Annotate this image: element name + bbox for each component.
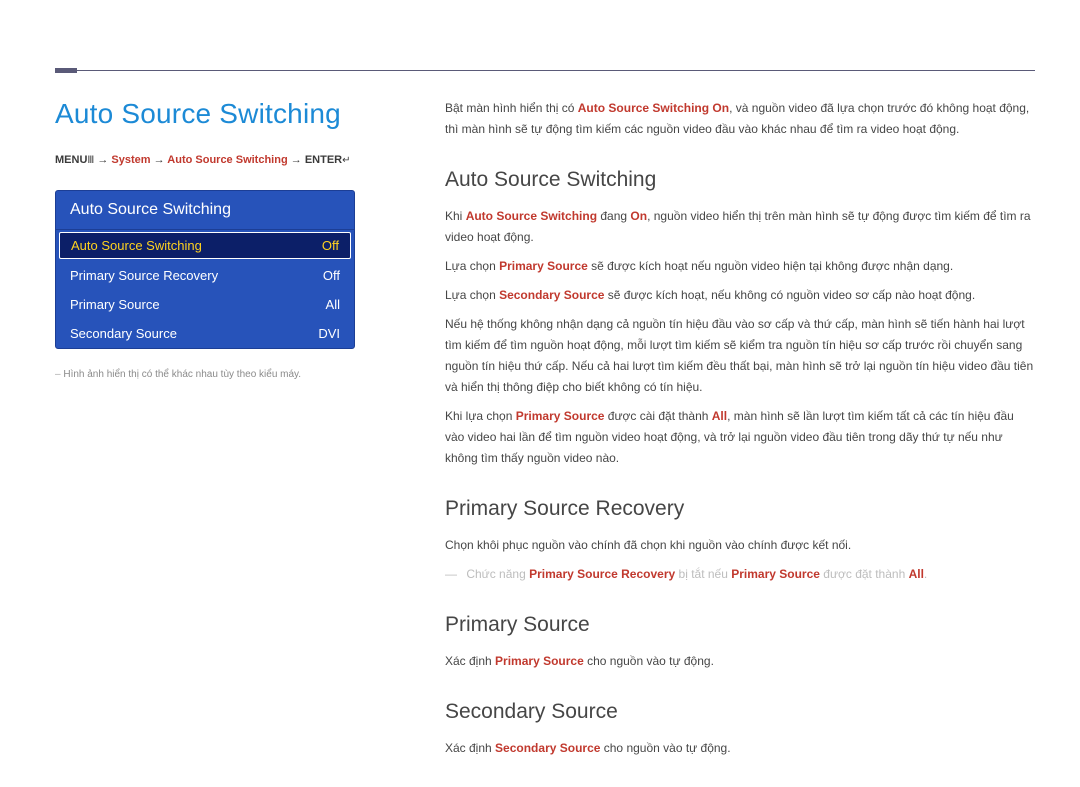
osd-row-label: Primary Source	[70, 297, 160, 312]
osd-caption: Hình ảnh hiển thị có thể khác nhau tùy t…	[55, 367, 405, 383]
para: Lựa chọn Primary Source sẽ được kích hoạ…	[445, 256, 1035, 277]
osd-row-primary-source-recovery[interactable]: Primary Source Recovery Off	[56, 261, 354, 290]
para: Khi Auto Source Switching đang On, nguồn…	[445, 206, 1035, 248]
para: Khi lựa chọn Primary Source được cài đặt…	[445, 406, 1035, 469]
menu-icon: Ⅲ	[87, 153, 94, 169]
osd-row-auto-source-switching[interactable]: Auto Source Switching Off	[59, 232, 351, 259]
para: Chọn khôi phục nguồn vào chính đã chọn k…	[445, 535, 1035, 556]
page-title: Auto Source Switching	[55, 98, 405, 130]
bc-arrow: →	[154, 154, 165, 166]
osd-row-label: Primary Source Recovery	[70, 268, 218, 283]
intro-paragraph: Bật màn hình hiển thị có Auto Source Swi…	[445, 98, 1035, 140]
osd-row-value: All	[326, 297, 340, 312]
header-rule	[55, 70, 1035, 71]
bc-enter: ENTER	[305, 154, 342, 166]
osd-row-primary-source[interactable]: Primary Source All	[56, 290, 354, 319]
bc-system: System	[111, 154, 150, 166]
para: Nếu hệ thống không nhận dạng cả nguồn tí…	[445, 314, 1035, 398]
osd-row-secondary-source[interactable]: Secondary Source DVI	[56, 319, 354, 348]
bc-auto-source: Auto Source Switching	[167, 154, 287, 166]
bc-menu: MENU	[55, 154, 87, 166]
osd-row-value: Off	[323, 268, 340, 283]
breadcrumb: MENUⅢ → System → Auto Source Switching →…	[55, 152, 405, 170]
enter-icon: ↵	[342, 153, 350, 169]
heading-auto-source-switching: Auto Source Switching	[445, 168, 1035, 192]
note: Chức năng Primary Source Recovery bị tắt…	[445, 564, 1035, 585]
heading-primary-source: Primary Source	[445, 613, 1035, 637]
bc-arrow: →	[291, 154, 302, 166]
osd-row-value: Off	[322, 238, 339, 253]
para: Lựa chọn Secondary Source sẽ được kích h…	[445, 285, 1035, 306]
osd-row-label: Secondary Source	[70, 326, 177, 341]
para: Xác định Primary Source cho nguồn vào tự…	[445, 651, 1035, 672]
osd-row-label: Auto Source Switching	[71, 238, 202, 253]
heading-secondary-source: Secondary Source	[445, 700, 1035, 724]
osd-row-value: DVI	[318, 326, 340, 341]
kw-auto-source-on: Auto Source Switching On	[578, 101, 729, 115]
para: Xác định Secondary Source cho nguồn vào …	[445, 738, 1035, 759]
osd-panel: Auto Source Switching Auto Source Switch…	[55, 190, 355, 349]
osd-header: Auto Source Switching	[56, 191, 354, 230]
heading-primary-source-recovery: Primary Source Recovery	[445, 497, 1035, 521]
bc-arrow: →	[97, 154, 108, 166]
